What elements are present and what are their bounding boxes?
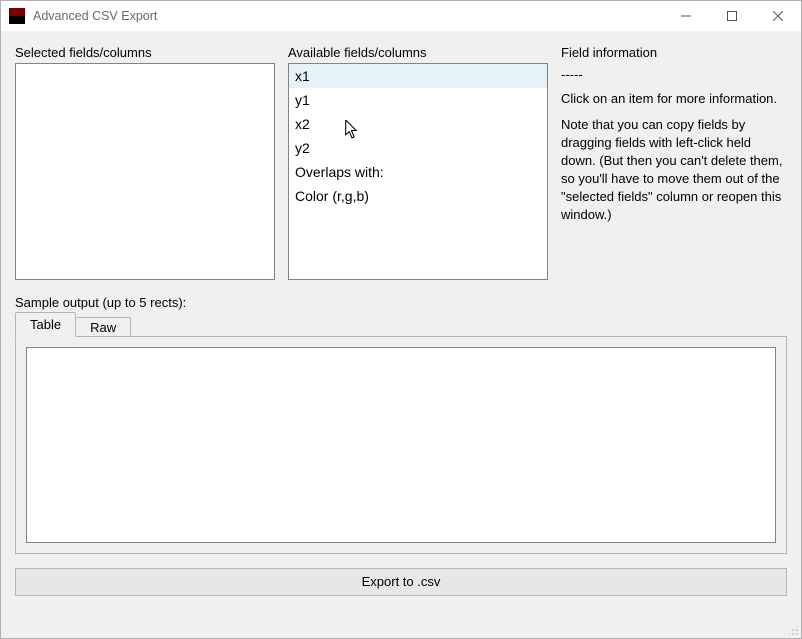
info-body: ----- Click on an item for more informat… (561, 66, 787, 224)
available-column: Available fields/columns x1y1x2y2Overlap… (288, 45, 548, 280)
window-frame: Advanced CSV Export Selected fields/colu… (0, 0, 802, 639)
available-label: Available fields/columns (288, 45, 548, 60)
minimize-icon (681, 11, 691, 21)
titlebar[interactable]: Advanced CSV Export (1, 1, 801, 31)
sample-label: Sample output (up to 5 rects): (15, 295, 787, 310)
selected-label: Selected fields/columns (15, 45, 275, 60)
info-line1: Click on an item for more information. (561, 90, 787, 108)
list-item[interactable]: x2 (289, 112, 547, 136)
export-button[interactable]: Export to .csv (15, 568, 787, 596)
info-header: Field information (561, 45, 787, 60)
tab-table[interactable]: Table (15, 312, 76, 337)
close-button[interactable] (755, 1, 801, 31)
list-item[interactable]: x1 (289, 64, 547, 88)
list-item[interactable]: y2 (289, 136, 547, 160)
sample-section: Sample output (up to 5 rects): Table Raw (15, 295, 787, 554)
maximize-icon (727, 11, 737, 21)
minimize-button[interactable] (663, 1, 709, 31)
selected-column: Selected fields/columns (15, 45, 275, 280)
sample-output-box[interactable] (26, 347, 776, 543)
window-buttons (663, 1, 801, 31)
window-title: Advanced CSV Export (33, 9, 663, 23)
tab-raw[interactable]: Raw (76, 317, 131, 338)
info-column: Field information ----- Click on an item… (561, 45, 787, 280)
tab-panel (15, 336, 787, 554)
tab-strip: Table Raw (15, 313, 787, 336)
resize-grip[interactable] (787, 624, 799, 636)
maximize-button[interactable] (709, 1, 755, 31)
list-item[interactable]: Overlaps with: (289, 160, 547, 184)
client-area: Selected fields/columns Available fields… (1, 31, 801, 638)
app-icon (9, 8, 25, 24)
info-line2: Note that you can copy fields by draggin… (561, 116, 787, 224)
selected-fields-list[interactable] (15, 63, 275, 280)
list-item[interactable]: y1 (289, 88, 547, 112)
list-item[interactable]: Color (r,g,b) (289, 184, 547, 208)
close-icon (773, 11, 783, 21)
info-separator: ----- (561, 66, 787, 84)
columns-row: Selected fields/columns Available fields… (15, 45, 787, 280)
available-fields-list[interactable]: x1y1x2y2Overlaps with:Color (r,g,b) (288, 63, 548, 280)
